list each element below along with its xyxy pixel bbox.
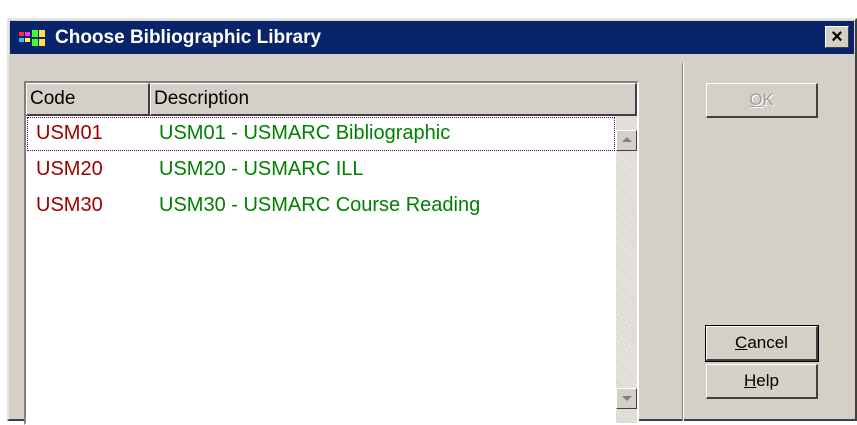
- column-header-description[interactable]: Description: [150, 83, 637, 116]
- column-header-code[interactable]: Code: [26, 83, 150, 116]
- close-icon: ×: [831, 26, 843, 48]
- list-row-usm30[interactable]: USM30 USM30 - USMARC Course Reading: [26, 188, 616, 224]
- help-mnemonic: H: [744, 371, 757, 390]
- help-button[interactable]: Help: [706, 364, 818, 399]
- row-description: USM20 - USMARC ILL: [159, 158, 364, 180]
- row-code: USM01: [36, 122, 103, 144]
- library-list[interactable]: Code Description USM01 USM01 - USMARC Bi…: [24, 81, 639, 425]
- close-button[interactable]: ×: [825, 26, 849, 48]
- scroll-up-button[interactable]: [616, 130, 637, 151]
- ok-button[interactable]: OK: [706, 83, 818, 118]
- window-title: Choose Bibliographic Library: [55, 27, 322, 48]
- app-icon: [19, 30, 45, 46]
- scroll-down-button[interactable]: [616, 388, 637, 409]
- list-row-usm01[interactable]: USM01 USM01 - USMARC Bibliographic: [26, 116, 616, 152]
- divider: [682, 63, 684, 421]
- row-code: USM30: [36, 194, 103, 216]
- row-description: USM30 - USMARC Course Reading: [159, 194, 481, 216]
- row-code: USM20: [36, 158, 103, 180]
- choose-library-dialog: Choose Bibliographic Library × Code Desc…: [7, 18, 857, 425]
- help-label-rest: elp: [756, 371, 779, 390]
- row-description: USM01 - USMARC Bibliographic: [159, 122, 451, 144]
- cancel-button[interactable]: Cancel: [705, 325, 819, 362]
- list-rows: USM01 USM01 - USMARC Bibliographic USM20…: [26, 116, 616, 224]
- cancel-label-rest: ancel: [747, 333, 788, 352]
- ok-label-rest: K: [762, 90, 774, 109]
- title-bar[interactable]: Choose Bibliographic Library ×: [10, 21, 854, 54]
- cancel-mnemonic: C: [735, 333, 748, 352]
- list-row-usm20[interactable]: USM20 USM20 - USMARC ILL: [26, 152, 616, 188]
- arrow-up-icon: [622, 137, 632, 142]
- arrow-down-icon: [622, 396, 632, 401]
- ok-mnemonic: O: [749, 90, 763, 109]
- vertical-scrollbar[interactable]: [616, 116, 637, 423]
